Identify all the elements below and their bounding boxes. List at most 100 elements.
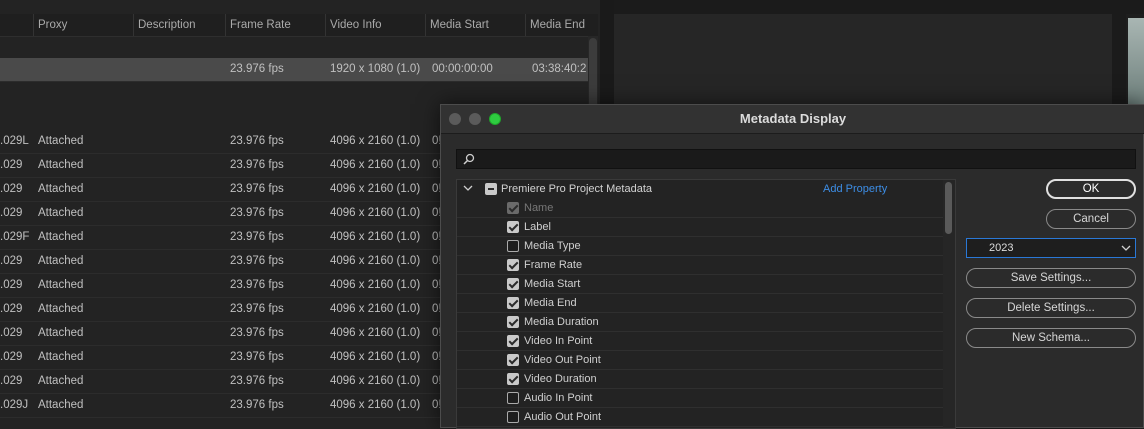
save-settings-button[interactable]: Save Settings... (966, 268, 1136, 288)
tree-scroll-thumb[interactable] (945, 182, 952, 234)
property-checkbox[interactable] (507, 335, 519, 347)
column-description[interactable]: Description (133, 14, 225, 36)
proxy-cell: Attached (38, 207, 84, 219)
frame-rate-cell: 23.976 fps (230, 279, 284, 291)
property-label: Media Start (524, 278, 581, 290)
frame-rate-cell: 23.976 fps (230, 255, 284, 267)
proxy-cell: Attached (38, 231, 84, 243)
property-row[interactable]: Media End (457, 294, 943, 313)
property-checkbox[interactable] (507, 373, 519, 385)
clip-name-cell: .029 (0, 327, 23, 339)
column-video-info[interactable]: Video Info (325, 14, 425, 36)
media-start-cell: 00:00:00:00 (432, 63, 493, 75)
frame-rate-cell: 23.976 fps (230, 231, 284, 243)
frame-rate-cell: 23.976 fps (230, 135, 284, 147)
proxy-cell: Attached (38, 135, 84, 147)
chevron-down-icon[interactable] (463, 183, 473, 193)
proxy-cell: Attached (38, 351, 84, 363)
video-info-cell: 4096 x 2160 (1.0) (330, 375, 421, 387)
search-icon (463, 153, 475, 165)
video-info-cell: 4096 x 2160 (1.0) (330, 159, 421, 171)
property-row[interactable]: Audio Out Point (457, 408, 943, 427)
property-row[interactable]: Audio In Point (457, 389, 943, 408)
property-checkbox (507, 202, 519, 214)
property-row[interactable]: Label (457, 218, 943, 237)
metadata-tree: Premiere Pro Project Metadata Add Proper… (456, 179, 956, 429)
clip-name-cell: .029 (0, 207, 23, 219)
property-label: Audio Out Point (524, 411, 602, 423)
property-label: Media End (524, 297, 577, 309)
video-info-cell: 4096 x 2160 (1.0) (330, 351, 421, 363)
property-row[interactable]: Video In Point (457, 332, 943, 351)
video-info-cell: 4096 x 2160 (1.0) (330, 183, 421, 195)
proxy-cell: Attached (38, 279, 84, 291)
clip-name-cell: .029 (0, 159, 23, 171)
frame-rate-cell: 23.976 fps (230, 63, 284, 75)
property-checkbox[interactable] (507, 221, 519, 233)
dialog-title: Metadata Display (739, 111, 847, 126)
property-checkbox[interactable] (507, 392, 519, 404)
settings-version-select[interactable]: 2023 (966, 238, 1136, 258)
clip-name-cell: .029L (0, 135, 29, 147)
property-row[interactable]: Media Type (457, 237, 943, 256)
cancel-button[interactable]: Cancel (1046, 209, 1136, 229)
search-input[interactable] (456, 149, 1136, 169)
property-row[interactable]: Frame Rate (457, 256, 943, 275)
proxy-cell: Attached (38, 303, 84, 315)
clip-name-cell: .029 (0, 279, 23, 291)
property-checkbox[interactable] (507, 316, 519, 328)
group-label: Premiere Pro Project Metadata (501, 183, 653, 195)
property-checkbox[interactable] (507, 278, 519, 290)
property-label: Video Out Point (524, 354, 601, 366)
proxy-cell: Attached (38, 327, 84, 339)
property-checkbox[interactable] (507, 411, 519, 423)
clip-name-cell: .029 (0, 375, 23, 387)
add-property-link[interactable]: Add Property (823, 180, 887, 199)
property-row[interactable]: Name (457, 199, 943, 218)
dialog-titlebar[interactable]: Metadata Display (441, 105, 1144, 134)
property-checkbox[interactable] (507, 259, 519, 271)
frame-rate-cell: 23.976 fps (230, 375, 284, 387)
table-row-selected[interactable]: 23.976 fps 1920 x 1080 (1.0) 00:00:00:00… (0, 58, 598, 82)
media-end-cell: 03:38:40:2 (532, 63, 587, 75)
proxy-cell: Attached (38, 183, 84, 195)
chevron-down-icon (1121, 245, 1131, 251)
clip-name-cell: .029J (0, 399, 29, 411)
property-checkbox[interactable] (507, 297, 519, 309)
property-label: Name (524, 202, 554, 214)
project-scroll-thumb[interactable] (589, 38, 597, 108)
delete-settings-button[interactable]: Delete Settings... (966, 298, 1136, 318)
frame-rate-cell: 23.976 fps (230, 399, 284, 411)
property-row[interactable]: Video Out Point (457, 351, 943, 370)
clip-name-cell: .029 (0, 183, 23, 195)
frame-rate-cell: 23.976 fps (230, 159, 284, 171)
video-info-cell: 4096 x 2160 (1.0) (330, 279, 421, 291)
frame-rate-cell: 23.976 fps (230, 207, 284, 219)
clip-name-cell: .029 (0, 351, 23, 363)
tree-group-header: Premiere Pro Project Metadata Add Proper… (457, 180, 943, 199)
new-schema-button[interactable]: New Schema... (966, 328, 1136, 348)
proxy-cell: Attached (38, 399, 84, 411)
column-media-start[interactable]: Media Start (425, 14, 525, 36)
property-row[interactable]: Media Duration (457, 313, 943, 332)
column-proxy[interactable]: Proxy (33, 14, 133, 36)
ok-button[interactable]: OK (1046, 179, 1136, 199)
property-checkbox[interactable] (507, 240, 519, 252)
group-checkbox-mixed[interactable] (485, 183, 497, 195)
column-header: Proxy Description Frame Rate Video Info … (0, 14, 598, 37)
property-row[interactable]: Media Start (457, 275, 943, 294)
video-info-cell: 4096 x 2160 (1.0) (330, 231, 421, 243)
property-label: Media Type (524, 240, 581, 252)
frame-rate-cell: 23.976 fps (230, 183, 284, 195)
property-label: Audio In Point (524, 392, 593, 404)
property-checkbox[interactable] (507, 354, 519, 366)
clip-name-cell: .029 (0, 303, 23, 315)
proxy-cell: Attached (38, 159, 84, 171)
proxy-cell: Attached (38, 255, 84, 267)
column-frame-rate[interactable]: Frame Rate (225, 14, 325, 36)
property-label: Media Duration (524, 316, 599, 328)
frame-rate-cell: 23.976 fps (230, 351, 284, 363)
video-info-cell: 4096 x 2160 (1.0) (330, 399, 421, 411)
column-media-end[interactable]: Media End (525, 14, 598, 36)
property-row[interactable]: Video Duration (457, 370, 943, 389)
